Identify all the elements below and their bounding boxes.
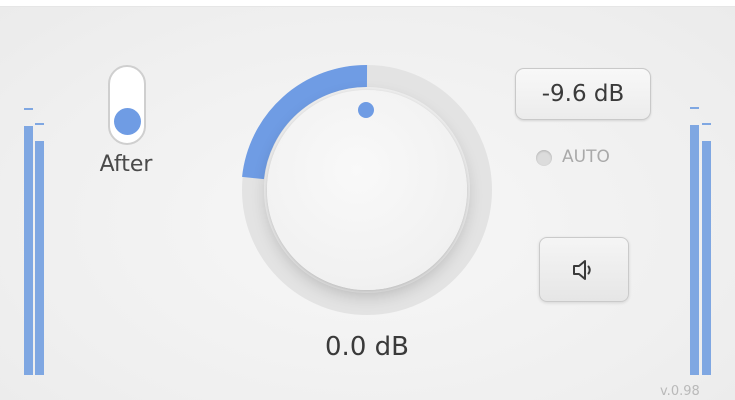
input-meter-peak-right bbox=[35, 123, 44, 125]
input-meter-peak-left bbox=[24, 108, 33, 110]
toggle-thumb bbox=[114, 108, 141, 135]
top-strip bbox=[0, 0, 735, 7]
knob-face[interactable] bbox=[267, 90, 467, 290]
version-label: v.0.98 bbox=[660, 384, 700, 399]
auto-led-icon bbox=[536, 150, 552, 166]
gain-knob[interactable] bbox=[234, 57, 500, 323]
output-meter-bar-left bbox=[690, 125, 699, 375]
auto-label: AUTO bbox=[562, 147, 610, 167]
input-meter-bar-left bbox=[24, 126, 33, 375]
gain-readout: 0.0 dB bbox=[325, 332, 409, 362]
output-gain-value-box[interactable]: -9.6 dB bbox=[515, 68, 651, 120]
speaker-button[interactable] bbox=[539, 237, 629, 302]
toggle-label: After bbox=[99, 152, 153, 177]
output-meter-peak-left bbox=[690, 107, 699, 109]
input-meter-bar-right bbox=[35, 141, 44, 375]
output-meter-bar-right bbox=[702, 141, 711, 375]
after-toggle[interactable] bbox=[108, 65, 146, 145]
speaker-icon bbox=[573, 260, 591, 280]
output-meter-peak-right bbox=[702, 123, 711, 125]
knob-indicator bbox=[358, 102, 374, 118]
